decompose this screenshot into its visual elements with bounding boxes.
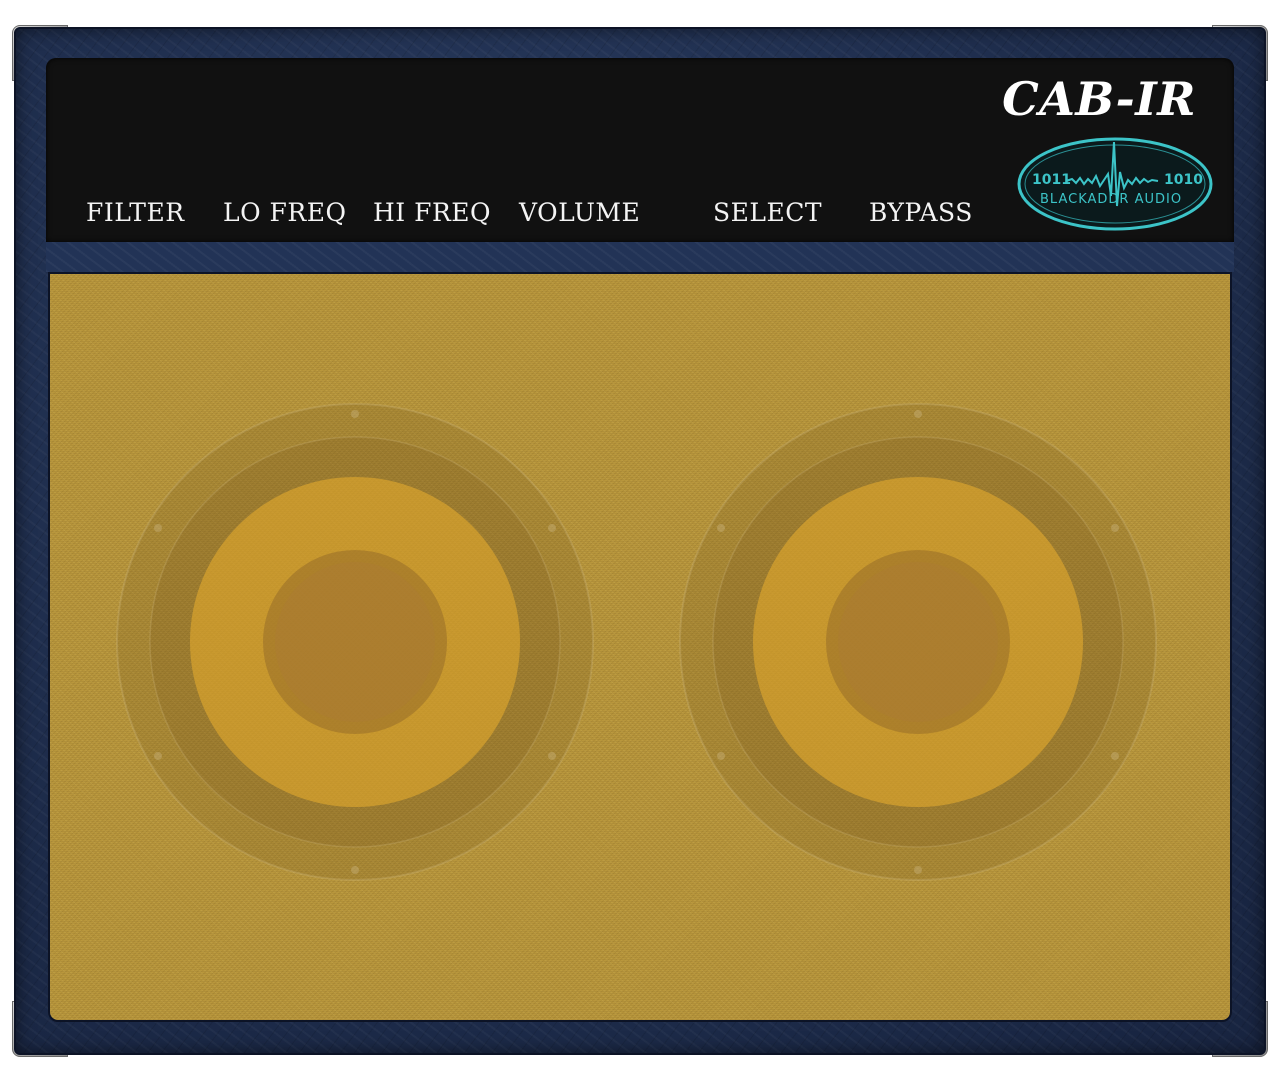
volume-label[interactable]: VOLUME [519, 198, 640, 227]
logo-left-code: 1011 [1032, 172, 1071, 188]
filter-label[interactable]: FILTER [86, 198, 185, 227]
panel-trim [46, 242, 1234, 272]
blackaddr-logo: 1011 1010 BLACKADDR AUDIO [1016, 136, 1214, 232]
control-panel: FILTER LO FREQ HI FREQ VOLUME SELECT BYP… [46, 58, 1234, 242]
hi-freq-label[interactable]: HI FREQ [373, 198, 491, 227]
bypass-label[interactable]: BYPASS [869, 198, 973, 227]
select-label[interactable]: SELECT [713, 198, 822, 227]
speaker-right-icon [679, 403, 1157, 881]
plugin-title: CAB-IR [1002, 72, 1196, 126]
lo-freq-label[interactable]: LO FREQ [223, 198, 346, 227]
logo-brand: BLACKADDR AUDIO [1040, 192, 1183, 207]
speaker-left-icon [116, 403, 594, 881]
logo-right-code: 1010 [1164, 172, 1203, 188]
grille-cloth [48, 272, 1232, 1022]
